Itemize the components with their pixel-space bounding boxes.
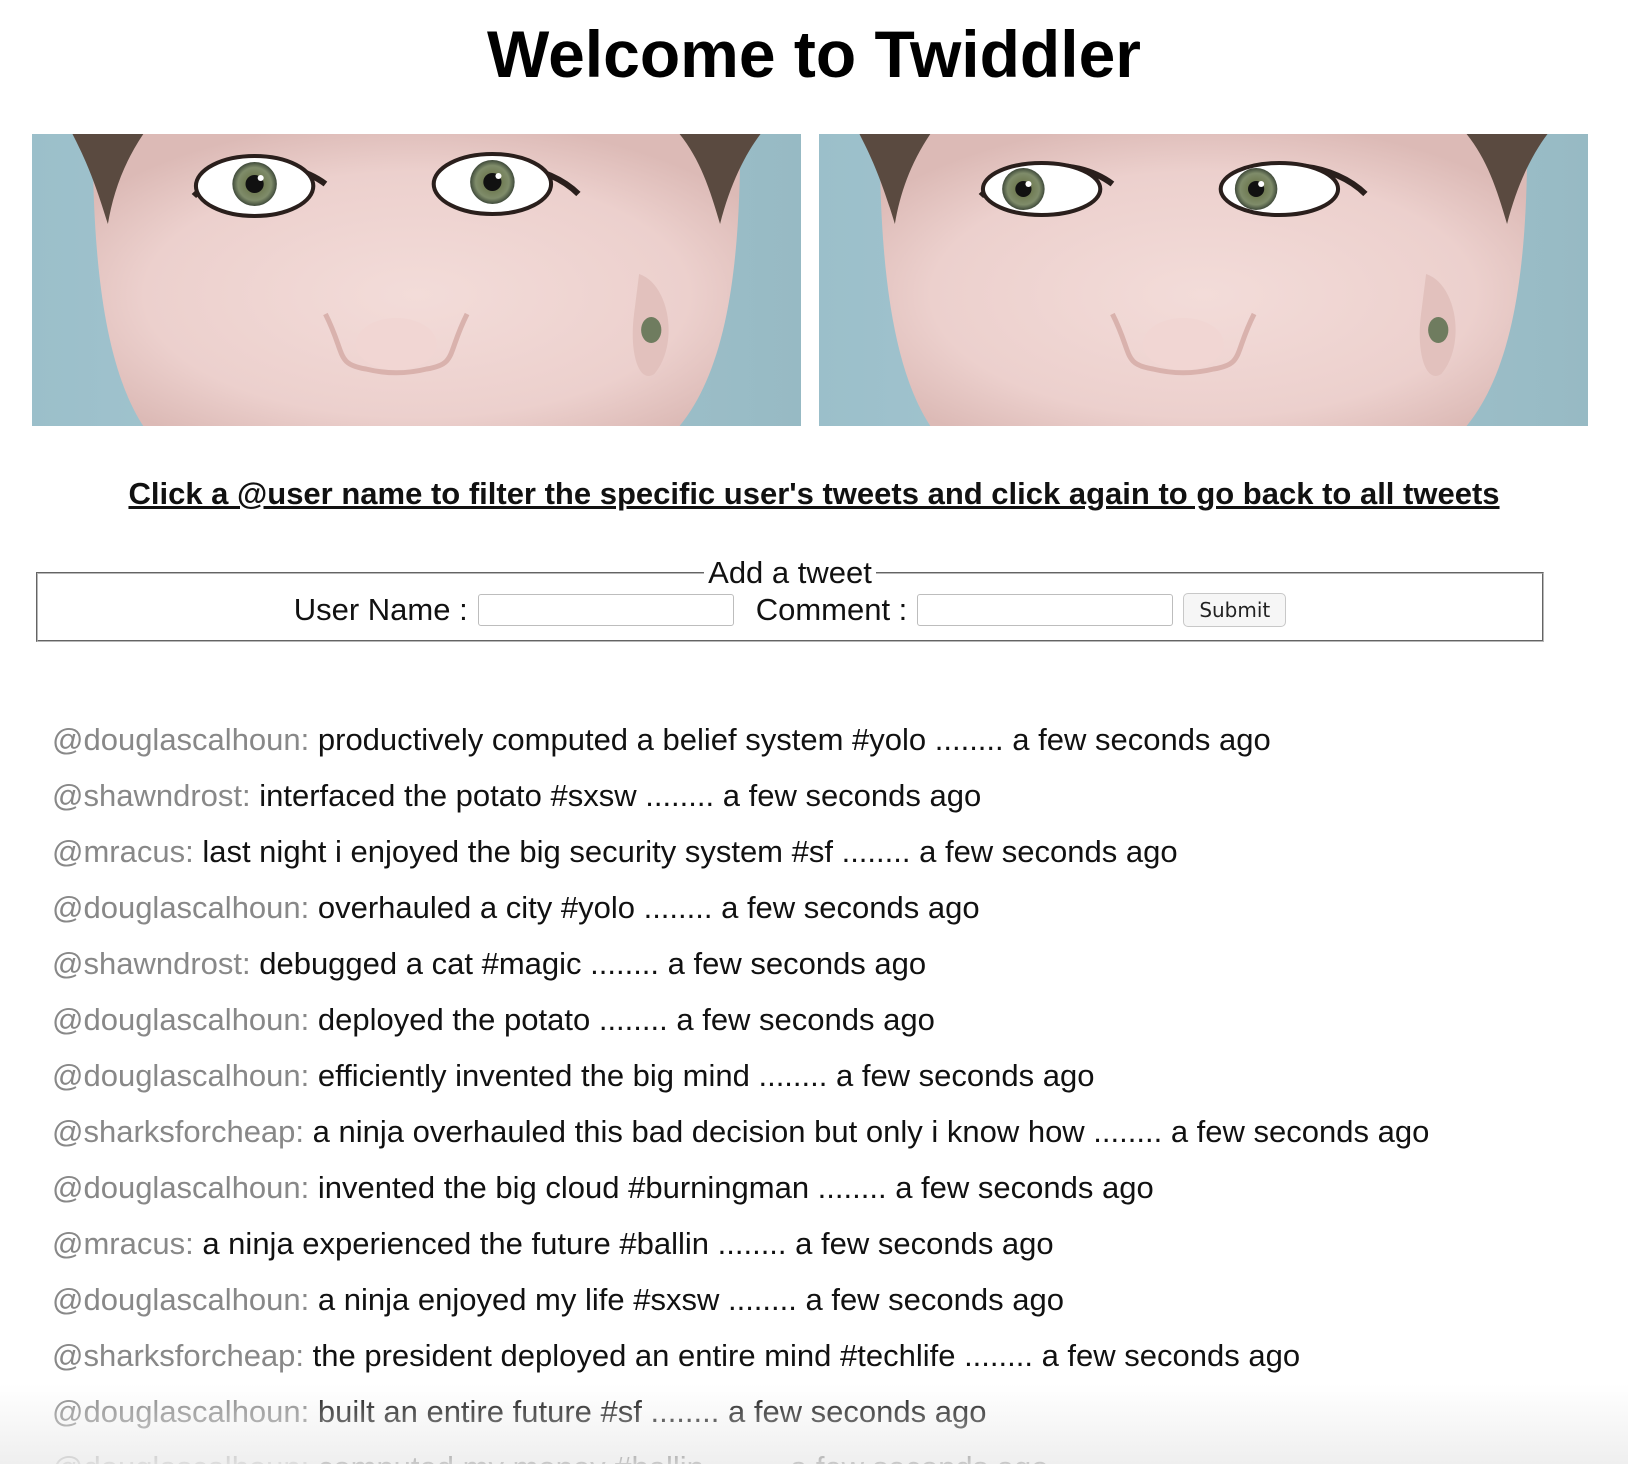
tweet-item: @shawndrost: interfaced the potato #sxsw… <box>52 768 1592 824</box>
tweet-message: last night i enjoyed the big security sy… <box>193 834 1178 869</box>
face-eyes-sideways-icon <box>859 134 1548 426</box>
tweet-message: a ninja overhauled this bad decision but… <box>304 1114 1430 1149</box>
tweet-user-link[interactable]: @shawndrost: <box>52 946 251 981</box>
tweet-item: @douglascalhoun: deployed the potato ...… <box>52 992 1592 1048</box>
tweet-item: @douglascalhoun: productively computed a… <box>52 712 1592 768</box>
tweet-message: efficiently invented the big mind ......… <box>309 1058 1095 1093</box>
face-eyes-forward-image <box>32 134 801 426</box>
username-label: User Name : <box>293 592 468 627</box>
tweet-item: @douglascalhoun: computed my money #ball… <box>52 1440 1592 1464</box>
tweet-message: a ninja experienced the future #ballin .… <box>193 1226 1054 1261</box>
tweet-message: the president deployed an entire mind #t… <box>304 1338 1301 1373</box>
tweet-user-link[interactable]: @sharksforcheap: <box>52 1338 304 1373</box>
page: Welcome to Twiddler Click a @user name t… <box>0 0 1628 1464</box>
comment-label: Comment : <box>755 592 908 627</box>
tweet-user-link[interactable]: @douglascalhoun: <box>52 1002 309 1037</box>
tweet-item: @douglascalhoun: built an entire future … <box>52 1384 1592 1440</box>
tweet-item: @mracus: a ninja experienced the future … <box>52 1216 1592 1272</box>
tweet-user-link[interactable]: @mracus: <box>52 1226 194 1261</box>
banner <box>32 134 1588 426</box>
tweet-item: @shawndrost: debugged a cat #magic .....… <box>52 936 1592 992</box>
tweet-user-link[interactable]: @douglascalhoun: <box>52 722 309 757</box>
tweet-user-link[interactable]: @douglascalhoun: <box>52 890 309 925</box>
tweet-user-link[interactable]: @mracus: <box>52 834 194 869</box>
tweet-item: @sharksforcheap: the president deployed … <box>52 1328 1592 1384</box>
face-eyes-forward-icon <box>72 134 761 426</box>
tweet-user-link[interactable]: @douglascalhoun: <box>52 1058 309 1093</box>
submit-button[interactable]: Submit <box>1183 593 1287 627</box>
tweet-message: a ninja enjoyed my life #sxsw ........ a… <box>309 1282 1064 1317</box>
tweet-user-link[interactable]: @sharksforcheap: <box>52 1114 304 1149</box>
tweet-message: built an entire future #sf ........ a fe… <box>309 1394 987 1429</box>
tweet-list: @douglascalhoun: productively computed a… <box>52 712 1592 1464</box>
tweet-message: productively computed a belief system #y… <box>309 722 1271 757</box>
add-tweet-row: User Name : Comment : Submit <box>50 592 1530 628</box>
tweet-item: @mracus: last night i enjoyed the big se… <box>52 824 1592 880</box>
tweet-item: @douglascalhoun: efficiently invented th… <box>52 1048 1592 1104</box>
tweet-message: computed my money #ballin ........ a few… <box>309 1450 1049 1464</box>
tweet-user-link[interactable]: @douglascalhoun: <box>52 1282 309 1317</box>
tweet-message: overhauled a city #yolo ........ a few s… <box>309 890 980 925</box>
tweet-item: @sharksforcheap: a ninja overhauled this… <box>52 1104 1592 1160</box>
tweet-item: @douglascalhoun: invented the big cloud … <box>52 1160 1592 1216</box>
page-title: Welcome to Twiddler <box>487 17 1141 91</box>
username-input[interactable] <box>477 594 734 626</box>
tweet-user-link[interactable]: @douglascalhoun: <box>52 1450 309 1464</box>
tweet-message: interfaced the potato #sxsw ........ a f… <box>250 778 982 813</box>
tweet-user-link[interactable]: @douglascalhoun: <box>52 1170 309 1205</box>
comment-input[interactable] <box>917 594 1174 626</box>
tweet-message: deployed the potato ........ a few secon… <box>309 1002 935 1037</box>
add-tweet-legend: Add a tweet <box>708 555 872 590</box>
add-tweet-form: Add a tweet User Name : Comment : Submit <box>36 556 1544 642</box>
face-eyes-sideways-image <box>819 134 1588 426</box>
tweet-user-link[interactable]: @douglascalhoun: <box>52 1394 309 1429</box>
tweet-user-link[interactable]: @shawndrost: <box>52 778 251 813</box>
tweet-message: invented the big cloud #burningman .....… <box>309 1170 1154 1205</box>
tweet-item: @douglascalhoun: a ninja enjoyed my life… <box>52 1272 1592 1328</box>
tweet-item: @douglascalhoun: overhauled a city #yolo… <box>52 880 1592 936</box>
filter-instructions: Click a @user name to filter the specifi… <box>128 476 1500 511</box>
tweet-message: debugged a cat #magic ........ a few sec… <box>250 946 927 981</box>
